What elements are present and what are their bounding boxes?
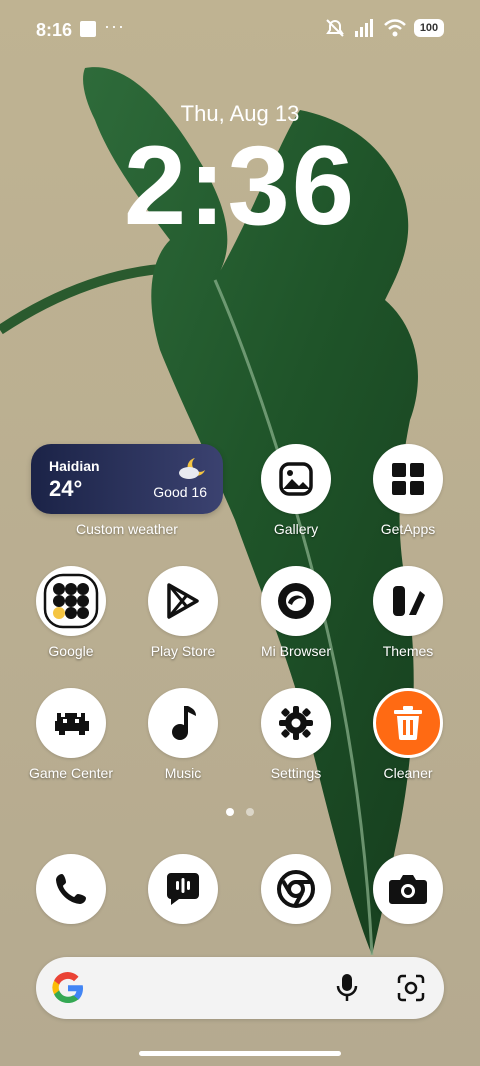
phone-icon [36,854,106,924]
weather-widget-label: Custom weather [76,521,178,537]
mi-browser-icon [261,566,331,636]
google-logo-icon [52,972,83,1004]
google-folder-icon [36,566,106,636]
status-time: 8:16 [36,20,73,40]
app-gallery[interactable]: Gallery [246,444,346,537]
page-indicator[interactable] [226,808,254,816]
app-label: Themes [382,643,434,659]
partly-cloudy-night-icon [179,458,205,479]
google-search-bar[interactable] [36,957,444,1019]
app-folder-google[interactable]: Google [21,566,121,659]
weather-temperature: 24° [49,476,83,501]
music-icon [148,688,218,758]
weather-widget[interactable]: Haidian 24° Good 16 [31,444,223,514]
messages-icon [148,854,218,924]
app-label: Music [164,765,202,781]
app-settings[interactable]: Settings [246,688,346,781]
app-getapps[interactable]: GetApps [358,444,458,537]
status-bar: 8:16 ··· 100 [0,0,480,60]
weather-city: Haidian [49,458,100,474]
app-label: Mi Browser [260,643,331,659]
page-dot-active [226,808,234,816]
game-center-icon [36,688,106,758]
app-label: Cleaner [383,765,433,781]
settings-gear-icon [261,688,331,758]
google-lens-icon[interactable] [396,973,426,1003]
play-store-icon [148,566,218,636]
app-label: Play Store [150,643,216,659]
gallery-icon [261,444,331,514]
mute-icon [326,19,344,37]
notification-icon [80,21,96,37]
page-dot [246,808,254,816]
app-mi-browser[interactable]: Mi Browser [246,566,346,659]
app-cleaner[interactable]: Cleaner [358,688,458,781]
status-icons: 100 [324,18,444,38]
cleaner-trash-icon [373,688,443,758]
app-label: GetApps [380,521,436,537]
app-music[interactable]: Music [133,688,233,781]
themes-icon [373,566,443,636]
chrome-icon [261,854,331,924]
app-play-store[interactable]: Play Store [133,566,233,659]
voice-search-mic-icon[interactable] [336,973,358,1003]
more-notifications-icon: ··· [104,16,125,36]
wifi-icon [384,19,406,37]
gesture-navigation-bar[interactable] [139,1051,341,1056]
dock-chrome[interactable] [246,854,346,924]
getapps-icon [373,444,443,514]
dock-messages[interactable] [133,854,233,924]
lock-clock[interactable]: 2:36 [0,130,480,242]
signal-icon [355,19,373,37]
dock-camera[interactable] [358,854,458,924]
app-game-center[interactable]: Game Center [21,688,121,781]
app-label: Gallery [273,521,319,537]
dock-phone[interactable] [21,854,121,924]
app-label: Google [48,643,94,659]
weather-air-quality: Good 16 [153,484,207,500]
camera-icon [373,854,443,924]
app-themes[interactable]: Themes [358,566,458,659]
app-label: Game Center [28,765,114,781]
app-label: Settings [270,765,322,781]
battery-indicator: 100 [414,19,444,37]
